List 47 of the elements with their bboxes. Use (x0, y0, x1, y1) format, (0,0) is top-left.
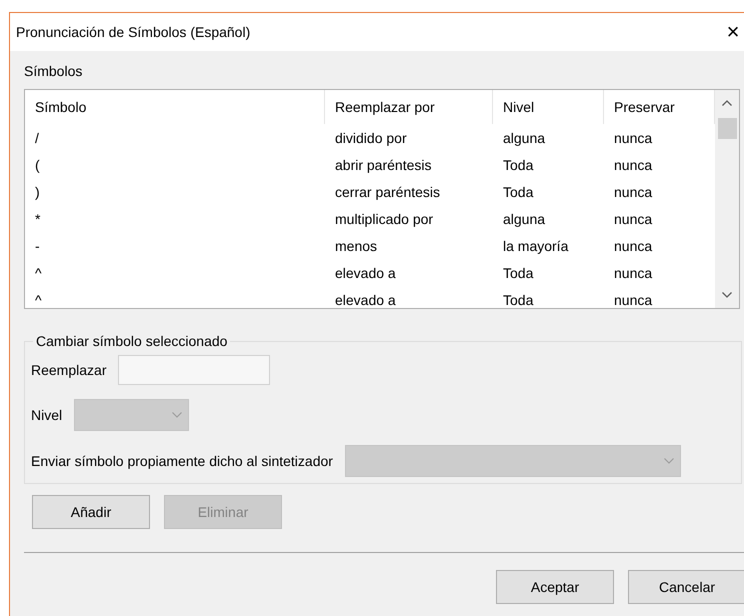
table-cell-text: ^ (34, 292, 43, 308)
field-label: Enviar símbolo propiamente dicho al sintetizador (31, 453, 333, 469)
table-cell-text: nunca (613, 238, 654, 254)
table-cell-text: multiplicado por (334, 210, 434, 226)
table-cell-text: nunca (613, 156, 654, 172)
table-cell-text: nunca (613, 130, 654, 146)
ok-button[interactable]: Aceptar (496, 570, 614, 604)
table-cell-text: elevado a (334, 292, 397, 308)
close-button[interactable]: × (722, 21, 744, 43)
table-cell-text: nunca (613, 210, 654, 226)
column-header[interactable]: Nivel (493, 90, 604, 124)
scrollbar[interactable] (715, 90, 739, 308)
table-cell-text: nunca (613, 264, 654, 280)
table-cell-text: elevado a (334, 264, 397, 280)
column-header[interactable]: Símbolo (25, 90, 325, 124)
table-cell-text: - (34, 238, 41, 254)
table-cell-text: menos (334, 238, 378, 254)
table-cell-text: / (34, 130, 40, 146)
table-cell-text: la mayoría (502, 238, 570, 254)
add-button[interactable]: Añadir (32, 495, 150, 529)
table-cell-text: Toda (502, 292, 534, 308)
chevron-down-icon (664, 458, 674, 464)
table-cell-text: nunca (613, 292, 654, 308)
table-cell-text: alguna (502, 210, 546, 226)
table-cell-text: ( (34, 156, 41, 172)
field-label: Reemplazar (31, 362, 106, 378)
table-cell-text: ^ (34, 264, 43, 280)
table-cell-text: ) (34, 184, 41, 200)
table-cell-text: * (34, 210, 42, 226)
group-title: Cambiar símbolo seleccionado (35, 333, 228, 349)
table-cell-text: Toda (502, 264, 534, 280)
table-cell-text: abrir paréntesis (334, 156, 432, 172)
table-cell-text: nunca (613, 184, 654, 200)
window-title: Pronunciación de Símbolos (Español) (16, 24, 250, 40)
table-cell-text: Toda (502, 156, 534, 172)
table-cell-text: alguna (502, 130, 546, 146)
scroll-up-icon[interactable] (722, 100, 732, 106)
group-label: Símbolos (24, 63, 82, 79)
column-header[interactable]: Reemplazar por (325, 90, 493, 124)
field-label: Nivel (31, 407, 62, 423)
table-cell-text: Toda (502, 184, 534, 200)
table-cell-text: dividido por (334, 130, 408, 146)
scroll-down-icon[interactable] (722, 292, 732, 298)
table-cell-text: cerrar paréntesis (334, 184, 442, 200)
cancel-button[interactable]: Cancelar (628, 570, 744, 604)
scroll-thumb[interactable] (718, 118, 736, 139)
chevron-down-icon (172, 412, 182, 418)
